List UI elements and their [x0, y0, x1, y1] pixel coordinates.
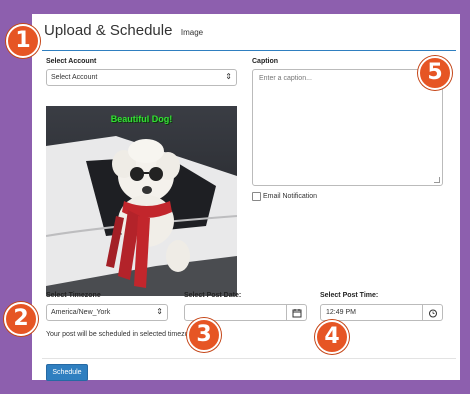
schedule-button[interactable]: Schedule	[46, 364, 88, 381]
upload-schedule-panel: Upload & Schedule Image Select Account S…	[32, 14, 460, 381]
timezone-select-value: America/New_York	[51, 309, 111, 316]
step-badge-1: 1	[6, 24, 40, 58]
account-select-value: Select Account	[51, 74, 98, 81]
select-arrows-icon: ⇕	[225, 72, 232, 81]
select-arrows-icon: ⇕	[156, 307, 163, 316]
email-notification-label: Email Notification	[263, 193, 318, 200]
resize-grip-icon[interactable]	[434, 177, 440, 183]
timezone-label: Select Timezone	[46, 292, 101, 299]
post-date-label: Select Post Date:	[184, 292, 242, 299]
uploaded-image: Beautiful Dog!	[46, 106, 237, 296]
calendar-button[interactable]	[287, 304, 307, 321]
account-select[interactable]: Select Account ⇕	[46, 69, 237, 86]
calendar-icon	[292, 309, 302, 318]
caption-placeholder: Enter a caption...	[259, 75, 312, 82]
page-title: Upload & Schedule	[44, 22, 173, 39]
timezone-select[interactable]: America/New_York ⇕	[46, 304, 168, 321]
page-header: Upload & Schedule Image	[44, 22, 203, 40]
timezone-note: Your post will be scheduled in selected …	[46, 331, 199, 338]
step-badge-4: 4	[315, 320, 349, 354]
account-label: Select Account	[46, 58, 97, 65]
post-time-value: 12:49 PM	[326, 309, 356, 316]
page-subtitle: Image	[180, 28, 204, 37]
post-time-input[interactable]: 12:49 PM	[320, 304, 423, 321]
caption-label: Caption	[252, 58, 279, 65]
step-badge-2: 2	[4, 302, 38, 336]
caption-textarea[interactable]: Enter a caption...	[252, 69, 443, 186]
step-badge-5: 5	[418, 56, 452, 90]
dog-in-car-photo	[46, 106, 237, 296]
image-overlay-text: Beautiful Dog!	[110, 114, 173, 124]
step-badge-3: 3	[187, 318, 221, 352]
header-divider	[42, 50, 456, 51]
clock-button[interactable]	[423, 304, 443, 321]
clock-icon	[429, 309, 437, 318]
footer-divider	[42, 358, 456, 359]
email-notification-checkbox[interactable]	[252, 192, 261, 201]
post-time-label: Select Post Time:	[320, 292, 379, 299]
